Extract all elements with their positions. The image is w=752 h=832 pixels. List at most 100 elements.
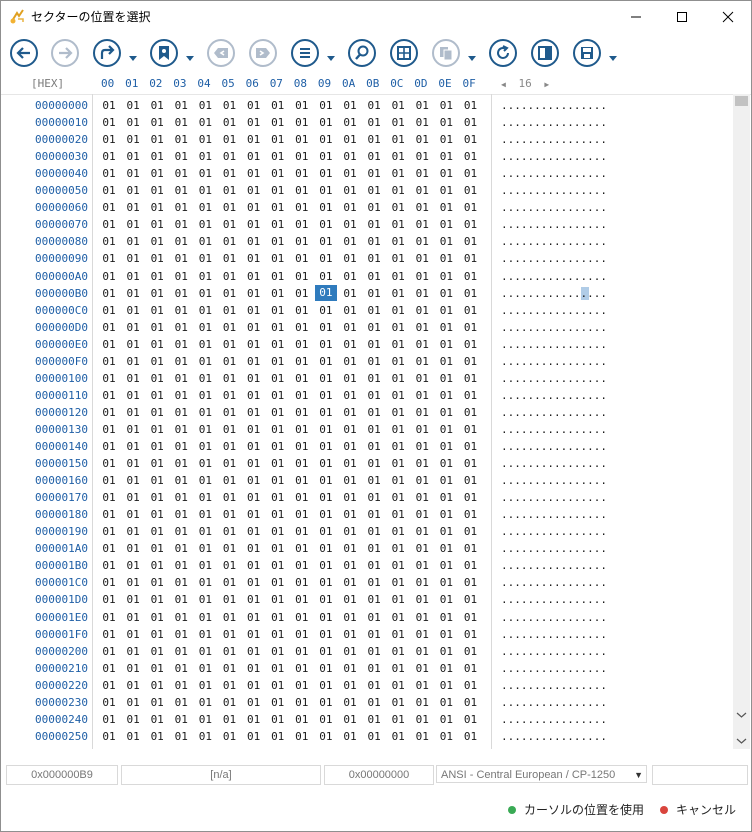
byte-cell[interactable]: 01	[170, 574, 192, 591]
byte-cell[interactable]: 01	[98, 421, 120, 438]
byte-cell[interactable]: 01	[291, 455, 313, 472]
byte-cell[interactable]: 01	[387, 438, 409, 455]
byte-cell[interactable]: 01	[363, 557, 385, 574]
byte-cell[interactable]: 01	[194, 182, 216, 199]
byte-cell[interactable]: 01	[315, 609, 337, 626]
byte-cell[interactable]: 01	[363, 506, 385, 523]
byte-cell[interactable]: 01	[194, 421, 216, 438]
byte-cell[interactable]: 01	[267, 336, 289, 353]
byte-cell[interactable]: 01	[98, 199, 120, 216]
byte-cell[interactable]: 01	[387, 233, 409, 250]
byte-cell[interactable]: 01	[339, 148, 361, 165]
byte-cell[interactable]: 01	[339, 574, 361, 591]
byte-cell[interactable]: 01	[98, 353, 120, 370]
byte-cell[interactable]: 01	[435, 131, 457, 148]
byte-cell[interactable]: 01	[411, 591, 433, 608]
byte-cell[interactable]: 01	[98, 711, 120, 728]
byte-cell[interactable]: 01	[267, 285, 289, 302]
byte-cell[interactable]: 01	[387, 268, 409, 285]
byte-cell[interactable]: 01	[460, 574, 482, 591]
byte-cell[interactable]: 01	[339, 285, 361, 302]
byte-cell[interactable]: 01	[315, 677, 337, 694]
byte-cell[interactable]: 01	[315, 421, 337, 438]
byte-cell[interactable]: 01	[219, 370, 241, 387]
byte-cell[interactable]: 01	[460, 302, 482, 319]
encoding-select[interactable]: ANSI - Central European / CP-1250 ▼	[436, 765, 647, 783]
byte-cell[interactable]: 01	[98, 472, 120, 489]
byte-cell[interactable]: 01	[170, 489, 192, 506]
selected-byte-cell[interactable]: 01	[314, 284, 337, 301]
byte-cell[interactable]: 01	[122, 438, 144, 455]
byte-cell[interactable]: 01	[219, 319, 241, 336]
byte-cell[interactable]: 01	[315, 591, 337, 608]
byte-cell[interactable]: 01	[411, 609, 433, 626]
byte-cell[interactable]: 01	[194, 131, 216, 148]
byte-cell[interactable]: 01	[170, 319, 192, 336]
byte-cell[interactable]: 01	[219, 285, 241, 302]
byte-cell[interactable]: 01	[339, 489, 361, 506]
byte-cell[interactable]: 01	[122, 302, 144, 319]
byte-cell[interactable]: 01	[435, 489, 457, 506]
byte-cell[interactable]: 01	[435, 694, 457, 711]
byte-cell[interactable]: 01	[291, 131, 313, 148]
ascii-text[interactable]: ................	[501, 540, 646, 557]
byte-cell[interactable]: 01	[460, 694, 482, 711]
byte-cell[interactable]: 01	[194, 285, 216, 302]
byte-cell[interactable]: 01	[363, 336, 385, 353]
byte-cell[interactable]: 01	[460, 387, 482, 404]
byte-cell[interactable]: 01	[194, 319, 216, 336]
byte-cell[interactable]: 01	[122, 165, 144, 182]
ascii-text[interactable]: ................	[501, 421, 646, 438]
byte-cell[interactable]: 01	[460, 489, 482, 506]
byte-cell[interactable]: 01	[170, 97, 192, 114]
byte-cell[interactable]: 01	[315, 438, 337, 455]
byte-cell[interactable]: 01	[411, 557, 433, 574]
byte-cell[interactable]: 01	[411, 131, 433, 148]
byte-cell[interactable]: 01	[435, 319, 457, 336]
byte-cell[interactable]: 01	[219, 609, 241, 626]
byte-cell[interactable]: 01	[339, 523, 361, 540]
byte-cell[interactable]: 01	[243, 148, 265, 165]
byte-cell[interactable]: 01	[219, 250, 241, 267]
byte-cell[interactable]: 01	[435, 250, 457, 267]
grid-button[interactable]	[389, 38, 419, 68]
byte-cell[interactable]: 01	[243, 626, 265, 643]
byte-cell[interactable]: 01	[363, 199, 385, 216]
byte-cell[interactable]: 01	[243, 199, 265, 216]
byte-cell[interactable]: 01	[411, 438, 433, 455]
byte-cell[interactable]: 01	[363, 404, 385, 421]
byte-cell[interactable]: 01	[411, 165, 433, 182]
byte-cell[interactable]: 01	[98, 455, 120, 472]
byte-cell[interactable]: 01	[387, 336, 409, 353]
byte-cell[interactable]: 01	[243, 131, 265, 148]
byte-cell[interactable]: 01	[339, 591, 361, 608]
byte-cell[interactable]: 01	[339, 626, 361, 643]
byte-cell[interactable]: 01	[339, 506, 361, 523]
byte-cell[interactable]: 01	[339, 250, 361, 267]
byte-cell[interactable]: 01	[98, 591, 120, 608]
byte-cell[interactable]: 01	[363, 268, 385, 285]
byte-cell[interactable]: 01	[435, 677, 457, 694]
byte-cell[interactable]: 01	[219, 660, 241, 677]
byte-cell[interactable]: 01	[219, 216, 241, 233]
byte-cell[interactable]: 01	[146, 677, 168, 694]
ascii-text[interactable]: ................	[501, 387, 646, 404]
byte-cell[interactable]: 01	[219, 165, 241, 182]
byte-cell[interactable]: 01	[122, 421, 144, 438]
byte-cell[interactable]: 01	[146, 302, 168, 319]
byte-cell[interactable]: 01	[194, 472, 216, 489]
ascii-text[interactable]: ................	[501, 165, 646, 182]
byte-cell[interactable]: 01	[170, 506, 192, 523]
byte-cell[interactable]: 01	[291, 199, 313, 216]
byte-cell[interactable]: 01	[460, 131, 482, 148]
byte-cell[interactable]: 01	[267, 506, 289, 523]
byte-cell[interactable]: 01	[267, 319, 289, 336]
byte-cell[interactable]: 01	[387, 574, 409, 591]
byte-cell[interactable]: 01	[267, 404, 289, 421]
byte-cell[interactable]: 01	[435, 404, 457, 421]
next-bookmark-button[interactable]	[248, 38, 278, 68]
byte-cell[interactable]: 01	[435, 472, 457, 489]
byte-cell[interactable]: 01	[267, 626, 289, 643]
ascii-text[interactable]: ................	[501, 302, 646, 319]
byte-cell[interactable]: 01	[411, 302, 433, 319]
